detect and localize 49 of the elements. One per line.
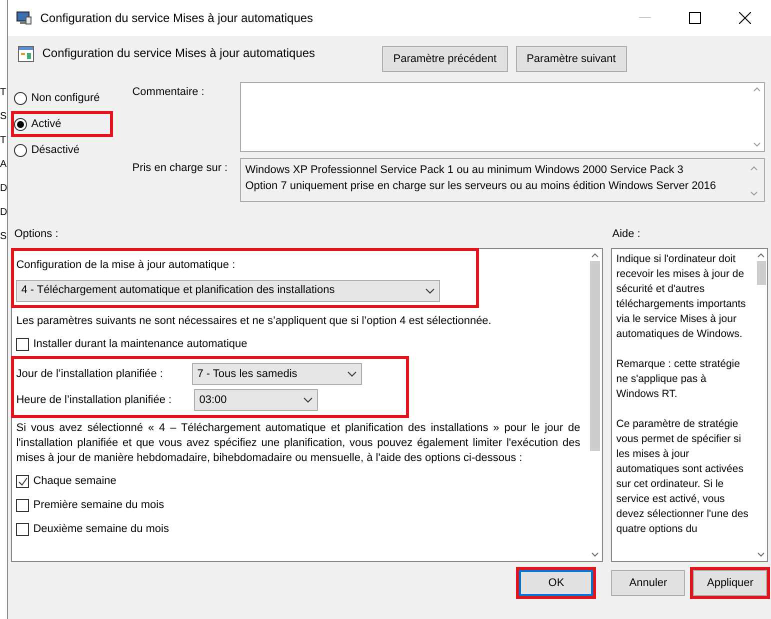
background-text: A (0, 158, 7, 172)
comment-label: Commentaire : (132, 85, 206, 100)
help-text: Indique si l'ordinateur doit recevoir les mises à jour de sécurité et d'autres téléchargements importants via le service Mises à jour automatiques de Windows. (616, 252, 747, 342)
note-text: Les paramètres suivants ne sont nécessaires et ne s’appliquent que si l’option 4 est sélectionnée. (16, 314, 492, 328)
scrollbar-thumb[interactable] (590, 261, 600, 451)
policy-title: Configuration du service Mises à jour automatiques (42, 45, 316, 62)
nav-button[interactable]: Paramètre précédent (382, 46, 508, 72)
checkbox-option[interactable]: Chaque semaine (16, 472, 584, 490)
policy-icon (18, 46, 34, 62)
supported-on-label: Pris en charge sur : (132, 161, 229, 176)
chevron-down-icon (303, 397, 314, 403)
checkmark-icon (17, 476, 28, 486)
dropdown[interactable]: 4 - Téléchargement automatique et planification des installations (16, 280, 440, 302)
options-label: Options : (14, 227, 60, 242)
background-text: S (0, 230, 7, 244)
background-text: D (0, 206, 8, 220)
radio-option[interactable]: Non configuré (14, 88, 110, 108)
window-title: Configuration du service Mises à jour automatiques (40, 10, 314, 27)
supported-on-text: Windows XP Professionnel Service Pack 1 ou au minimum Windows 2000 Service Pack 3 (245, 163, 684, 178)
close-icon[interactable] (739, 12, 752, 24)
help-label: Aide : (612, 227, 640, 242)
checkbox-option[interactable]: Installer durant la maintenance automatique (16, 335, 584, 353)
background-text: S (0, 110, 7, 124)
setting-group: Configuration de la mise à jour automatique : 4 - Téléchargement automatique et planification des installations (14, 251, 476, 304)
background-text: T (0, 134, 6, 148)
radio-option[interactable]: Activé (14, 114, 110, 134)
background-text: D (0, 182, 8, 196)
background-text: T (0, 86, 6, 100)
maximize-icon[interactable] (689, 12, 702, 24)
chevron-down-icon (347, 371, 358, 377)
chevron-down-icon (425, 288, 436, 294)
field-label: Jour de l’installation planifiée : (16, 366, 164, 382)
dialog-button[interactable]: OK (519, 570, 594, 596)
dropdown[interactable]: 03:00 (194, 389, 318, 411)
help-text: Ce paramètre de stratégie vous permet de spécifier si les mises à jour automatiques sont activées sur cet ordinateur. Si le service est activé, vous devez sélectionner l'une des quatre options du (616, 417, 750, 537)
description-text: Si vous avez sélectionné « 4 – Téléchargement automatique et planification des installations » pour le jour de l'installation planifiée et que vous avez spécifiez une planification, vous pouvez également limiter l'exécution des mises à jour de manière hebdomadaire, bihebdomadaire ou mensuelle, à l'aide des options ci-dessous : (16, 421, 582, 466)
help-text: Remarque : cette stratégie ne s'applique pas à Windows RT. (616, 357, 741, 402)
dropdown[interactable]: 7 - Tous les samedis (192, 363, 362, 385)
checkbox-option[interactable]: Première semaine du mois (16, 496, 584, 514)
comment-field[interactable] (240, 82, 766, 152)
dialog-button[interactable]: Appliquer (693, 570, 768, 596)
field-label: Heure de l’installation planifiée : (16, 392, 173, 408)
window-app-icon (16, 11, 32, 25)
checkbox-option[interactable]: Deuxième semaine du mois (16, 520, 584, 538)
radio-option[interactable]: Désactivé (14, 140, 110, 160)
scrollbar-thumb[interactable] (756, 261, 766, 285)
supported-on-text: Option 7 uniquement prise en charge sur les serveurs ou au moins édition Windows Server 2016 (245, 179, 718, 194)
nav-button[interactable]: Paramètre suivant (516, 46, 627, 72)
dialog-button[interactable]: Annuler (611, 570, 686, 596)
